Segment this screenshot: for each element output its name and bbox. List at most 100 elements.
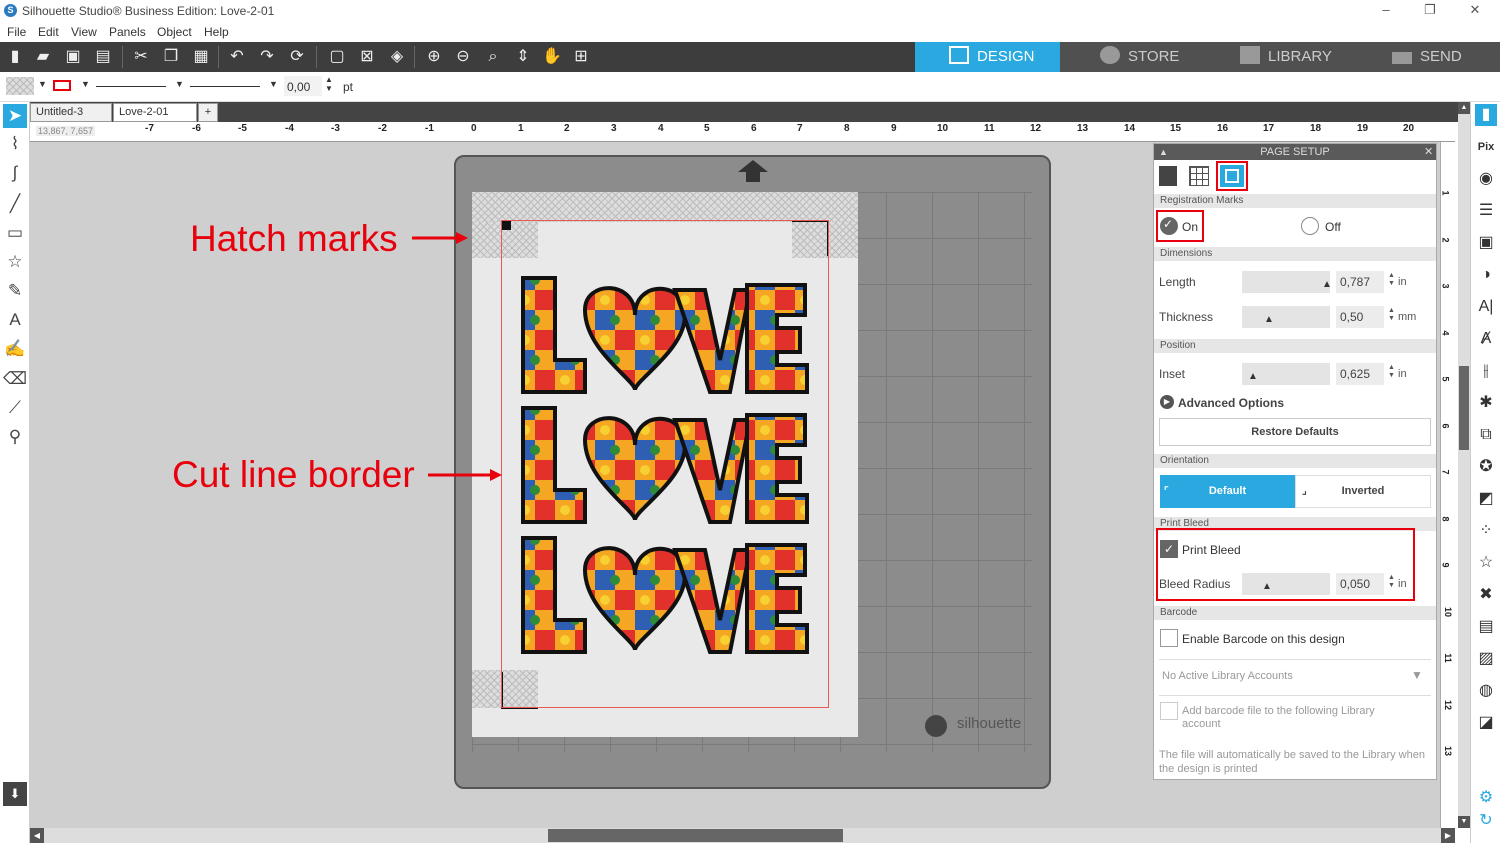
thickness-stepper[interactable]: ▲ ▼ [1388, 307, 1395, 323]
advanced-options-toggle[interactable]: Advanced Options [1178, 396, 1284, 410]
add-barcode-file-checkbox[interactable] [1160, 702, 1178, 720]
modify-panel-icon[interactable]: ✪ [1475, 456, 1497, 478]
print-icon[interactable]: ▤ [92, 47, 114, 67]
fill-pattern-swatch[interactable] [6, 77, 34, 95]
line-style-preview[interactable] [96, 86, 166, 87]
chevron-down-icon[interactable]: ▼ [81, 79, 90, 89]
orientation-default-button[interactable]: ⌜ Default [1160, 475, 1295, 508]
fit-to-page-icon[interactable]: ⇕ [512, 47, 534, 67]
undo-icon[interactable]: ↶ [226, 47, 248, 67]
puzzle-panel-icon[interactable]: ✖ [1475, 584, 1497, 606]
page-setup-panel-icon[interactable]: ▮ [1475, 104, 1497, 126]
tab-library[interactable]: LIBRARY [1206, 42, 1352, 72]
slider-thumb-icon[interactable]: ▲ [1248, 371, 1258, 382]
scrollbar-thumb[interactable] [1459, 366, 1469, 450]
chevron-down-icon[interactable]: ▼ [269, 79, 278, 89]
tab-send[interactable]: SEND [1352, 42, 1500, 72]
copy-icon[interactable]: ❐ [160, 47, 182, 67]
tab-store[interactable]: STORE [1060, 42, 1206, 72]
zoom-in-icon[interactable]: ⊕ [423, 47, 445, 67]
menu-help[interactable]: Help [204, 25, 229, 39]
chevron-down-icon[interactable]: ▼ [175, 79, 184, 89]
scroll-right-icon[interactable]: ▶ [1441, 828, 1455, 843]
tab-design[interactable]: DESIGN [915, 42, 1060, 72]
inset-stepper[interactable]: ▲ ▼ [1388, 364, 1395, 380]
knife-tool-icon[interactable]: ⟋ [3, 396, 27, 420]
redraw-icon[interactable]: ⟳ [286, 47, 308, 67]
scrollbar-thumb[interactable] [548, 829, 843, 842]
point-edit-tool-icon[interactable]: ⌇ [3, 132, 27, 156]
menu-view[interactable]: View [71, 25, 97, 39]
image-effects-panel-icon[interactable]: ▣ [1475, 232, 1497, 254]
open-folder-icon[interactable]: ▰ [32, 47, 54, 67]
length-stepper[interactable]: ▲ ▼ [1388, 272, 1395, 288]
restore-button[interactable]: ❐ [1410, 2, 1450, 20]
curve-tool-icon[interactable]: ∫ [3, 161, 27, 185]
bleed-radius-input[interactable]: 0,050 [1336, 573, 1384, 595]
restore-defaults-button[interactable]: Restore Defaults [1159, 418, 1431, 446]
sync-icon[interactable]: ↻ [1475, 810, 1497, 832]
new-file-icon[interactable]: ▮ [4, 47, 26, 67]
grid-tab-icon[interactable] [1189, 166, 1209, 186]
polygon-tool-icon[interactable]: ☆ [3, 250, 27, 274]
cut-icon[interactable]: ✂ [130, 47, 152, 67]
save-icon[interactable]: ▣ [62, 47, 84, 67]
zoom-select-icon[interactable]: ⌕ [482, 47, 504, 67]
replicate-panel-icon[interactable]: ✱ [1475, 392, 1497, 414]
line-style-panel-icon[interactable]: ☰ [1475, 200, 1497, 222]
hatch-panel-icon[interactable]: ▨ [1475, 648, 1497, 670]
pixscan-panel-icon[interactable]: Pix [1475, 136, 1497, 158]
inset-input[interactable]: 0,625 [1336, 363, 1384, 385]
love-artwork[interactable] [515, 270, 815, 670]
collapse-icon[interactable]: ▲ [1159, 144, 1168, 160]
enable-barcode-checkbox[interactable] [1160, 629, 1178, 647]
menu-edit[interactable]: Edit [38, 25, 59, 39]
thickness-slider[interactable]: ▲ [1242, 306, 1330, 328]
library-panel-icon[interactable]: ◪ [1475, 712, 1497, 734]
slider-thumb-icon[interactable]: ▲ [1262, 581, 1272, 592]
menu-panels[interactable]: Panels [109, 25, 146, 39]
scroll-left-icon[interactable]: ◀ [30, 828, 44, 843]
add-tab-button[interactable]: + [198, 103, 218, 122]
menu-object[interactable]: Object [157, 25, 192, 39]
select-by-color-icon[interactable]: ◈ [386, 47, 408, 67]
slider-thumb-icon[interactable]: ▲ [1264, 314, 1274, 325]
redo-icon[interactable]: ↷ [256, 47, 278, 67]
slider-thumb-icon[interactable]: ▲ [1322, 279, 1332, 290]
scroll-up-icon[interactable]: ▲ [1458, 102, 1470, 114]
stroke-width-input[interactable]: 0,00 [284, 76, 322, 96]
library-accounts-select[interactable]: No Active Library Accounts ▼ [1159, 664, 1431, 690]
line-color-swatch[interactable] [53, 80, 71, 91]
text-to-path-panel-icon[interactable]: Ⱥ [1475, 328, 1497, 350]
transparency-panel-icon[interactable]: ◑ [1475, 264, 1497, 286]
bleed-radius-stepper[interactable]: ▲ ▼ [1388, 574, 1395, 590]
text-tool-icon[interactable]: A [3, 308, 27, 332]
length-slider[interactable]: ▲ [1242, 271, 1332, 293]
layers-panel-icon[interactable]: ▤ [1475, 616, 1497, 638]
page-setup-tab-icon[interactable] [1159, 166, 1177, 186]
settings-gear-icon[interactable]: ⚙ [1475, 787, 1497, 809]
registration-marks-tab-icon[interactable] [1220, 165, 1244, 187]
eyedropper-tool-icon[interactable]: ⚲ [3, 425, 27, 449]
scroll-down-icon[interactable]: ▼ [1458, 816, 1470, 828]
offset-panel-icon[interactable]: ◩ [1475, 488, 1497, 510]
close-window-button[interactable]: ✕ [1455, 2, 1495, 20]
add-page-icon[interactable]: ⊞ [570, 47, 592, 67]
import-icon[interactable]: ⬇ [3, 782, 27, 806]
pan-hand-icon[interactable]: ✋ [541, 47, 563, 67]
favorites-panel-icon[interactable]: ☆ [1475, 552, 1497, 574]
sketch-tool-icon[interactable]: ✍ [3, 337, 27, 361]
zoom-out-icon[interactable]: ⊖ [452, 47, 474, 67]
thickness-input[interactable]: 0,50 [1336, 306, 1384, 328]
menu-file[interactable]: File [7, 25, 26, 39]
eraser-tool-icon[interactable]: ⌫ [3, 367, 27, 391]
select-all-icon[interactable]: ▢ [326, 47, 348, 67]
bleed-radius-slider[interactable]: ▲ [1242, 573, 1330, 595]
registration-on-radio[interactable]: ✓ [1160, 217, 1178, 235]
select-tool-icon[interactable]: ➤ [3, 104, 27, 128]
print-bleed-checkbox[interactable]: ✓ [1160, 540, 1178, 558]
vertical-scrollbar[interactable]: ▲ ▼ [1458, 102, 1470, 828]
minimize-button[interactable]: – [1366, 2, 1406, 20]
registration-off-radio[interactable] [1301, 217, 1319, 235]
horizontal-scrollbar[interactable]: ◀ ▶ [30, 828, 1455, 843]
